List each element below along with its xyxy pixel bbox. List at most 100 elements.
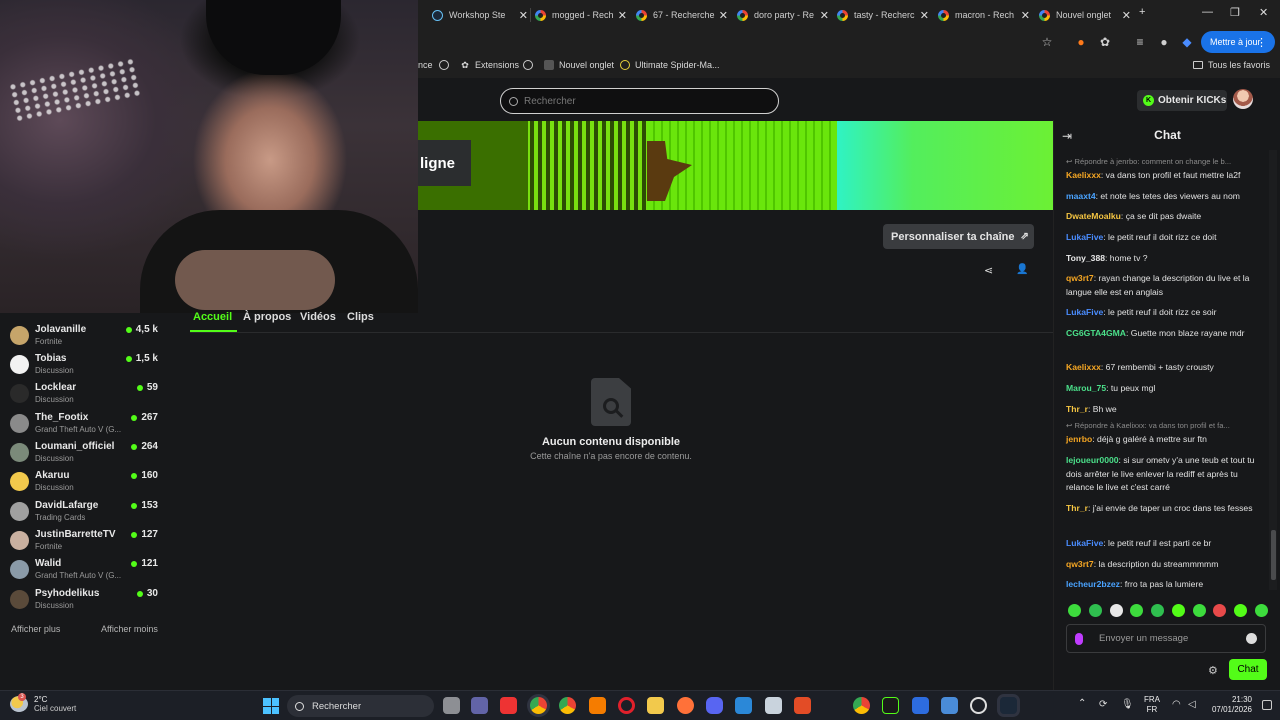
emote-icon[interactable] <box>1213 604 1227 617</box>
emote-icon[interactable] <box>1130 604 1144 617</box>
chat-username[interactable]: LukaFive <box>1066 538 1103 548</box>
avatar[interactable] <box>1233 89 1253 109</box>
close-icon[interactable]: ✕ <box>618 9 627 22</box>
media-control-icon[interactable]: ≡ <box>1133 35 1147 49</box>
chat-username[interactable]: Kaelixxx <box>1066 362 1101 372</box>
chat-username[interactable]: LukaFive <box>1066 232 1103 242</box>
chat-username[interactable]: Kaelixxx <box>1066 170 1101 180</box>
windows-start-icon[interactable] <box>263 698 279 714</box>
teams-icon[interactable] <box>471 697 488 714</box>
puzzle-icon[interactable]: ✿ <box>1098 35 1112 49</box>
chat-username[interactable]: CG6GTA4GMA <box>1066 328 1126 338</box>
tab-new-tab[interactable]: Nouvel onglet ✕ <box>1039 4 1131 26</box>
close-icon[interactable]: ✕ <box>820 9 829 22</box>
profile-icon[interactable]: ● <box>1157 35 1171 49</box>
sidebar-channel[interactable]: Jolavanille Fortnite 4,5 k <box>10 322 160 348</box>
clock[interactable]: 21:30 07/01/2026 <box>1206 695 1252 715</box>
emote-icon[interactable] <box>1088 604 1102 617</box>
chat-username[interactable]: Tony_388 <box>1066 253 1105 263</box>
chat-username[interactable]: Marou_75 <box>1066 383 1106 393</box>
taskbar-search[interactable]: Rechercher <box>287 695 434 717</box>
microphone-icon[interactable]: 🎙 <box>1121 699 1134 711</box>
tab-67[interactable]: 67 - Recherche ✕ <box>636 4 728 26</box>
chat-input[interactable] <box>1066 624 1266 653</box>
chat-message-field[interactable] <box>1099 633 1239 644</box>
mail-icon[interactable] <box>735 697 752 714</box>
emote-icon[interactable] <box>1234 604 1248 617</box>
tab-workshop-steam[interactable]: Workshop Ste ✕ <box>432 4 528 26</box>
minimize-icon[interactable]: — <box>1202 6 1213 18</box>
chat-username[interactable]: jenrbo <box>1066 434 1092 444</box>
emote-icon[interactable] <box>1109 604 1123 617</box>
sidebar-channel[interactable]: DavidLafarge Trading Cards 153 <box>10 498 160 524</box>
bookmark-spiderman[interactable]: Ultimate Spider-Ma... <box>620 60 720 70</box>
chat-username[interactable]: Thr_r <box>1066 503 1088 513</box>
kebab-menu-icon[interactable]: ⋮ <box>1256 36 1267 49</box>
bookmark-extensions[interactable]: ✿ Extensions <box>460 60 519 71</box>
chat-username[interactable]: qw3rt7 <box>1066 559 1094 569</box>
bookmark-globe[interactable] <box>439 60 454 70</box>
close-icon[interactable]: ✕ <box>1122 9 1131 22</box>
chat-scrollbar[interactable] <box>1269 150 1277 590</box>
weather-widget[interactable]: 2°C Ciel couvert 3 <box>10 693 76 713</box>
maximize-icon[interactable]: ❐ <box>1230 6 1240 19</box>
tab-tasty[interactable]: tasty - Recherc ✕ <box>837 4 929 26</box>
task-view-icon[interactable] <box>443 697 460 714</box>
microphone-icon[interactable] <box>1075 632 1083 645</box>
emoji-picker-icon[interactable] <box>1246 633 1257 644</box>
tab-home[interactable]: Accueil <box>193 311 232 323</box>
sidebar-channel[interactable]: JustinBarretteTV Fortnite 127 <box>10 527 160 553</box>
close-icon[interactable]: ✕ <box>519 9 528 22</box>
all-favorites[interactable]: Tous les favoris <box>1192 60 1270 70</box>
file-explorer-icon[interactable] <box>647 697 664 714</box>
opera-icon[interactable] <box>618 697 635 714</box>
show-more-link[interactable]: Afficher plus <box>11 624 60 634</box>
volume-icon[interactable]: ◁ <box>1188 699 1200 711</box>
sidebar-channel[interactable]: Psyhodelikus Discussion 30 <box>10 586 160 612</box>
notification-icon[interactable] <box>1262 700 1272 710</box>
search-bar[interactable] <box>500 88 779 114</box>
close-icon[interactable]: ✕ <box>920 9 929 22</box>
app-icon[interactable] <box>941 697 958 714</box>
media-player-icon[interactable] <box>500 697 517 714</box>
extension-brave-icon[interactable]: ● <box>1074 35 1088 49</box>
chrome-icon[interactable] <box>853 697 870 714</box>
sidebar-channel[interactable]: The_Footix Grand Theft Auto V (G... 267 <box>10 410 160 436</box>
sidebar-channel[interactable]: Locklear Discussion 59 <box>10 380 160 406</box>
chrome-icon[interactable] <box>559 697 576 714</box>
show-less-link[interactable]: Afficher moins <box>101 624 158 634</box>
emote-icon[interactable] <box>1254 604 1268 617</box>
chat-username[interactable]: maaxt4 <box>1066 191 1096 201</box>
roblox-icon[interactable] <box>794 697 811 714</box>
bookmark-new-tab[interactable]: Nouvel onglet <box>544 60 614 70</box>
app-icon[interactable] <box>912 697 929 714</box>
get-kicks-button[interactable]: K Obtenir KICKs <box>1137 90 1227 111</box>
tab-videos[interactable]: Vidéos <box>300 311 336 323</box>
chat-username[interactable]: lecheur2bzez <box>1066 579 1120 589</box>
close-icon[interactable]: ✕ <box>1021 9 1030 22</box>
chat-username[interactable]: lejoueur0000 <box>1066 455 1119 465</box>
user-menu-icon[interactable]: 👤 <box>1016 264 1028 276</box>
sidebar-channel[interactable]: Akaruu Discussion 160 <box>10 468 160 494</box>
app-icon[interactable] <box>765 697 782 714</box>
steam-icon[interactable] <box>1000 697 1017 714</box>
chat-username[interactable]: DwateMoalku <box>1066 211 1121 221</box>
chat-username[interactable]: LukaFive <box>1066 307 1103 317</box>
sidebar-channel[interactable]: Loumani_officiel Discussion 264 <box>10 439 160 465</box>
update-button[interactable]: Mettre à jour ⋮ <box>1201 31 1275 53</box>
language-indicator[interactable]: FRA FR <box>1144 695 1160 715</box>
tab-clips[interactable]: Clips <box>347 311 374 323</box>
discord-icon[interactable] <box>706 697 723 714</box>
emote-icon[interactable] <box>1171 604 1185 617</box>
chat-send-button[interactable]: Chat <box>1229 659 1267 680</box>
close-window-icon[interactable]: ✕ <box>1259 6 1268 19</box>
emote-icon[interactable] <box>1151 604 1165 617</box>
settings-gear-icon[interactable]: ⚙ <box>1208 664 1218 677</box>
tab-macron[interactable]: macron - Rech ✕ <box>938 4 1030 26</box>
tab-doro-party[interactable]: doro party - Re ✕ <box>737 4 829 26</box>
new-tab-icon[interactable]: + <box>1139 6 1145 18</box>
app-icon[interactable] <box>882 697 899 714</box>
chat-username[interactable]: qw3rt7 <box>1066 273 1094 283</box>
bookmark-globe-2[interactable] <box>523 60 538 70</box>
chat-username[interactable]: Thr_r <box>1066 404 1088 414</box>
